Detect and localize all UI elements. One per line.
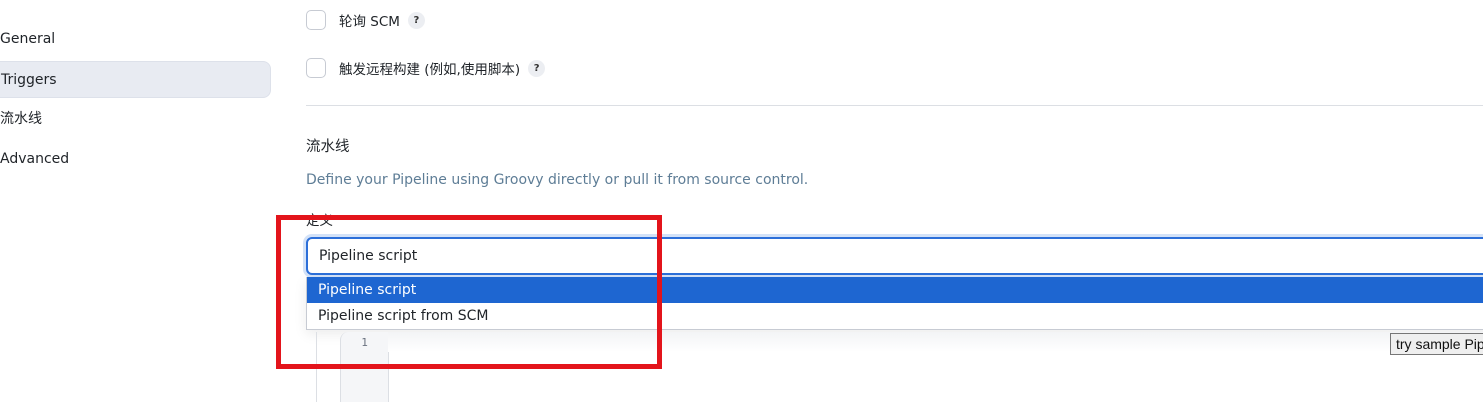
highlight-box [276, 215, 662, 369]
remote-build-checkbox[interactable] [306, 58, 326, 78]
try-sample-pipeline-button[interactable]: try sample Pipeline... [1390, 333, 1483, 355]
sidebar: General Triggers 流水线 Advanced [0, 0, 280, 402]
remote-build-row: 触发远程构建 (例如,使用脚本) ? [306, 56, 546, 80]
help-icon[interactable]: ? [407, 11, 425, 29]
poll-scm-label[interactable]: 轮询 SCM [339, 10, 400, 30]
page: General Triggers 流水线 Advanced 轮询 SCM ? 触… [0, 0, 1483, 402]
section-divider [306, 105, 1483, 106]
section-title: 流水线 [306, 139, 350, 155]
section-description: Define your Pipeline using Groovy direct… [306, 172, 809, 188]
sidebar-item-general[interactable]: General [0, 21, 271, 58]
sidebar-item-triggers[interactable]: Triggers [0, 61, 271, 98]
poll-scm-checkbox[interactable] [306, 10, 326, 30]
poll-scm-row: 轮询 SCM ? [306, 8, 425, 32]
remote-build-label[interactable]: 触发远程构建 (例如,使用脚本) [339, 58, 520, 78]
sidebar-item-pipeline[interactable]: 流水线 [0, 101, 271, 138]
help-icon[interactable]: ? [528, 59, 546, 77]
sidebar-item-advanced[interactable]: Advanced [0, 141, 271, 178]
